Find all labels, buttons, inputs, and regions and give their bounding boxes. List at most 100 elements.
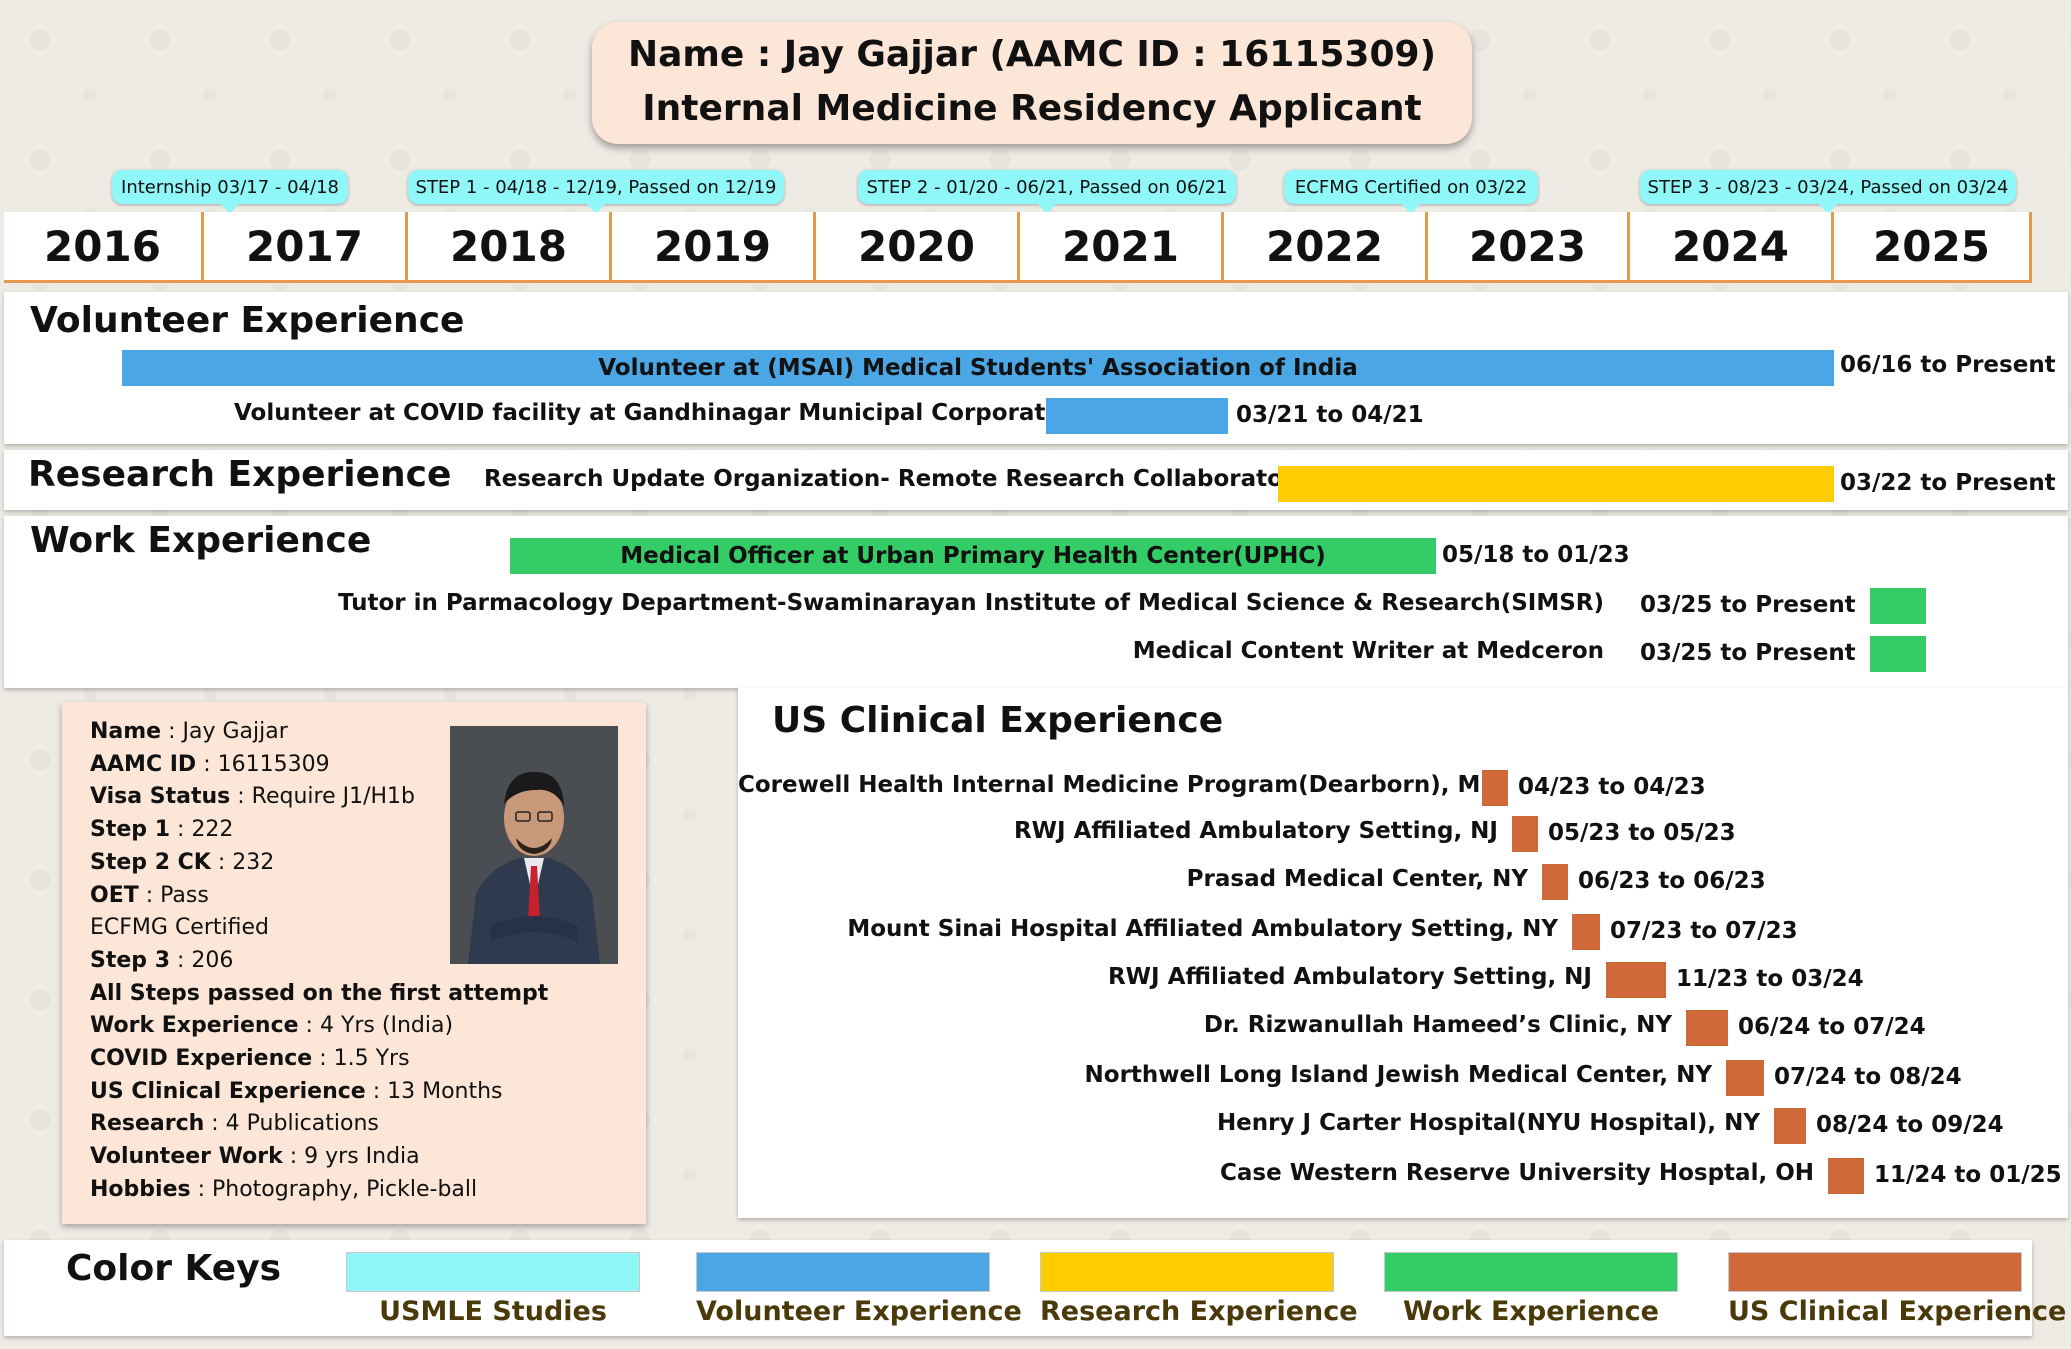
profile-row-value: : Photography, Pickle-ball — [190, 1176, 478, 1202]
year-2024: 2024 — [1630, 212, 1834, 280]
usce-bar — [1686, 1010, 1728, 1046]
usce-dates: 04/23 to 04/23 — [1518, 774, 1706, 800]
usce-bar — [1726, 1060, 1764, 1096]
profile-row-key: Work Experience — [90, 1013, 299, 1039]
year-2021: 2021 — [1020, 212, 1224, 280]
usce-label: RWJ Affiliated Ambulatory Setting, NJ — [1013, 818, 1498, 844]
key-label-usmle: USMLE Studies — [379, 1296, 607, 1327]
profile-row-key: Step 1 — [90, 817, 170, 843]
work-bar-uphc: Medical Officer at Urban Primary Health … — [510, 538, 1436, 574]
key-label-usce: US Clinical Experience — [1728, 1296, 2067, 1327]
usce-bar — [1542, 864, 1568, 900]
volunteer-bar-msai-label: Volunteer at (MSAI) Medical Students' As… — [598, 355, 1358, 381]
year-2022: 2022 — [1224, 212, 1428, 280]
year-2019: 2019 — [612, 212, 816, 280]
profile-row: US Clinical Experience : 13 Months — [90, 1076, 548, 1109]
title-line-2: Internal Medicine Residency Applicant — [642, 88, 1422, 129]
year-2023: 2023 — [1428, 212, 1630, 280]
profile-row-value: : 9 yrs India — [282, 1144, 420, 1170]
usce-label: Northwell Long Island Jewish Medical Cen… — [1084, 1062, 1712, 1088]
work-writer-dates: 03/25 to Present — [1640, 640, 1856, 666]
usce-dates: 11/23 to 03/24 — [1676, 966, 1864, 992]
work-bar-uphc-label: Medical Officer at Urban Primary Health … — [620, 543, 1326, 569]
research-title: Research Experience — [28, 454, 452, 495]
work-tutor-label: Tutor in Parmacology Department-Swaminar… — [337, 590, 1604, 616]
usce-bar — [1828, 1158, 1864, 1194]
research-label: Research Update Organization- Remote Res… — [484, 466, 1295, 492]
year-2025: 2025 — [1834, 212, 2032, 280]
usce-bar — [1512, 816, 1538, 852]
profile-photo — [450, 726, 618, 964]
key-swatch-research — [1040, 1252, 1334, 1292]
key-swatch-volunteer — [696, 1252, 990, 1292]
usce-label: Case Western Reserve University Hosptal,… — [1220, 1160, 1814, 1186]
volunteer-title: Volunteer Experience — [30, 300, 465, 341]
usce-bar — [1482, 770, 1508, 806]
profile-row-value: : 206 — [170, 947, 234, 973]
volunteer-covid-dates: 03/21 to 04/21 — [1236, 402, 1424, 428]
work-title: Work Experience — [30, 520, 372, 561]
profile-row-key: All Steps passed on the first attempt — [90, 980, 549, 1006]
key-label-volunteer: Volunteer Experience — [696, 1296, 1022, 1327]
key-swatch-work — [1384, 1252, 1678, 1292]
volunteer-covid-label: Volunteer at COVID facility at Gandhinag… — [234, 400, 1086, 426]
profile-row-value: : Require J1/H1b — [230, 784, 416, 810]
work-bar-writer — [1870, 636, 1926, 672]
key-swatch-usmle — [346, 1252, 640, 1292]
profile-row-value: : 13 Months — [365, 1078, 503, 1104]
usce-label: Mount Sinai Hospital Affiliated Ambulato… — [847, 916, 1558, 942]
milestone-internship: Internship 03/17 - 04/18 — [112, 170, 348, 214]
usce-bar — [1606, 962, 1666, 998]
usce-label: Corewell Health Internal Medicine Progra… — [738, 772, 1489, 798]
year-2016: 2016 — [4, 212, 204, 280]
usce-title: US Clinical Experience — [772, 700, 1224, 741]
profile-row-value: : 16115309 — [196, 751, 330, 777]
usce-panel: US Clinical Experience Corewell Health I… — [738, 688, 2068, 1218]
volunteer-bar-msai: Volunteer at (MSAI) Medical Students' As… — [122, 350, 1834, 386]
research-panel: Research Experience Research Update Orga… — [4, 450, 2068, 510]
profile-row-value: : Jay Gajjar — [161, 719, 288, 744]
usce-label: Henry J Carter Hospital(NYU Hospital), N… — [1216, 1110, 1760, 1136]
year-2018: 2018 — [408, 212, 612, 280]
work-writer-label: Medical Content Writer at Medceron — [1132, 638, 1604, 664]
usce-bar — [1572, 914, 1600, 950]
key-swatch-usce — [1728, 1252, 2022, 1292]
profile-row-key: Step 3 — [90, 947, 170, 973]
key-label-work: Work Experience — [1403, 1296, 1659, 1327]
usce-bar — [1774, 1108, 1806, 1144]
milestone-step1: STEP 1 - 04/18 - 12/19, Passed on 12/19 — [408, 170, 784, 214]
profile-row-key: OET — [90, 882, 139, 908]
profile-row: Hobbies : Photography, Pickle-ball — [90, 1174, 548, 1207]
usce-label: Dr. Rizwanullah Hameed’s Clinic, NY — [1203, 1012, 1672, 1038]
work-bar-tutor — [1870, 588, 1926, 624]
profile-row-value: : 4 Yrs (India) — [298, 1013, 454, 1039]
profile-row: All Steps passed on the first attempt — [90, 978, 548, 1011]
profile-row-value: : 1.5 Yrs — [312, 1046, 410, 1072]
page-title: Name : Jay Gajjar (AAMC ID : 16115309) I… — [592, 22, 1472, 144]
milestone-step2: STEP 2 - 01/20 - 06/21, Passed on 06/21 — [858, 170, 1236, 214]
profile-row-key: Step 2 CK — [90, 849, 211, 875]
usce-label: Prasad Medical Center, NY — [1186, 866, 1528, 892]
profile-row-key: US Clinical Experience — [90, 1078, 366, 1104]
research-bar — [1278, 466, 1834, 502]
usce-dates: 11/24 to 01/25 — [1874, 1162, 2062, 1188]
volunteer-panel: Volunteer Experience Volunteer at (MSAI)… — [4, 292, 2068, 444]
profile-row-key: COVID Experience — [90, 1046, 313, 1072]
usce-dates: 07/24 to 08/24 — [1774, 1064, 1962, 1090]
usce-dates: 05/23 to 05/23 — [1548, 820, 1736, 846]
profile-row-key: Research — [90, 1111, 205, 1137]
key-label-research: Research Experience — [1040, 1296, 1358, 1327]
profile-row-key: Hobbies — [90, 1176, 191, 1202]
work-panel: Work Experience Medical Officer at Urban… — [4, 516, 2068, 688]
year-2017: 2017 — [204, 212, 408, 280]
milestone-step3: STEP 3 - 08/23 - 03/24, Passed on 03/24 — [1640, 170, 2016, 214]
person-portrait-icon — [450, 726, 618, 964]
work-uphc-dates: 05/18 to 01/23 — [1442, 542, 1630, 568]
usce-label: RWJ Affiliated Ambulatory Setting, NJ — [1107, 964, 1592, 990]
volunteer-msai-dates: 06/16 to Present — [1840, 352, 2056, 378]
profile-row-key: Volunteer Work — [90, 1144, 283, 1170]
profile-row-value: ECFMG Certified — [90, 915, 269, 941]
work-tutor-dates: 03/25 to Present — [1640, 592, 1856, 618]
profile-row-key: Visa Status — [90, 784, 231, 810]
usce-dates: 08/24 to 09/24 — [1816, 1112, 2004, 1138]
